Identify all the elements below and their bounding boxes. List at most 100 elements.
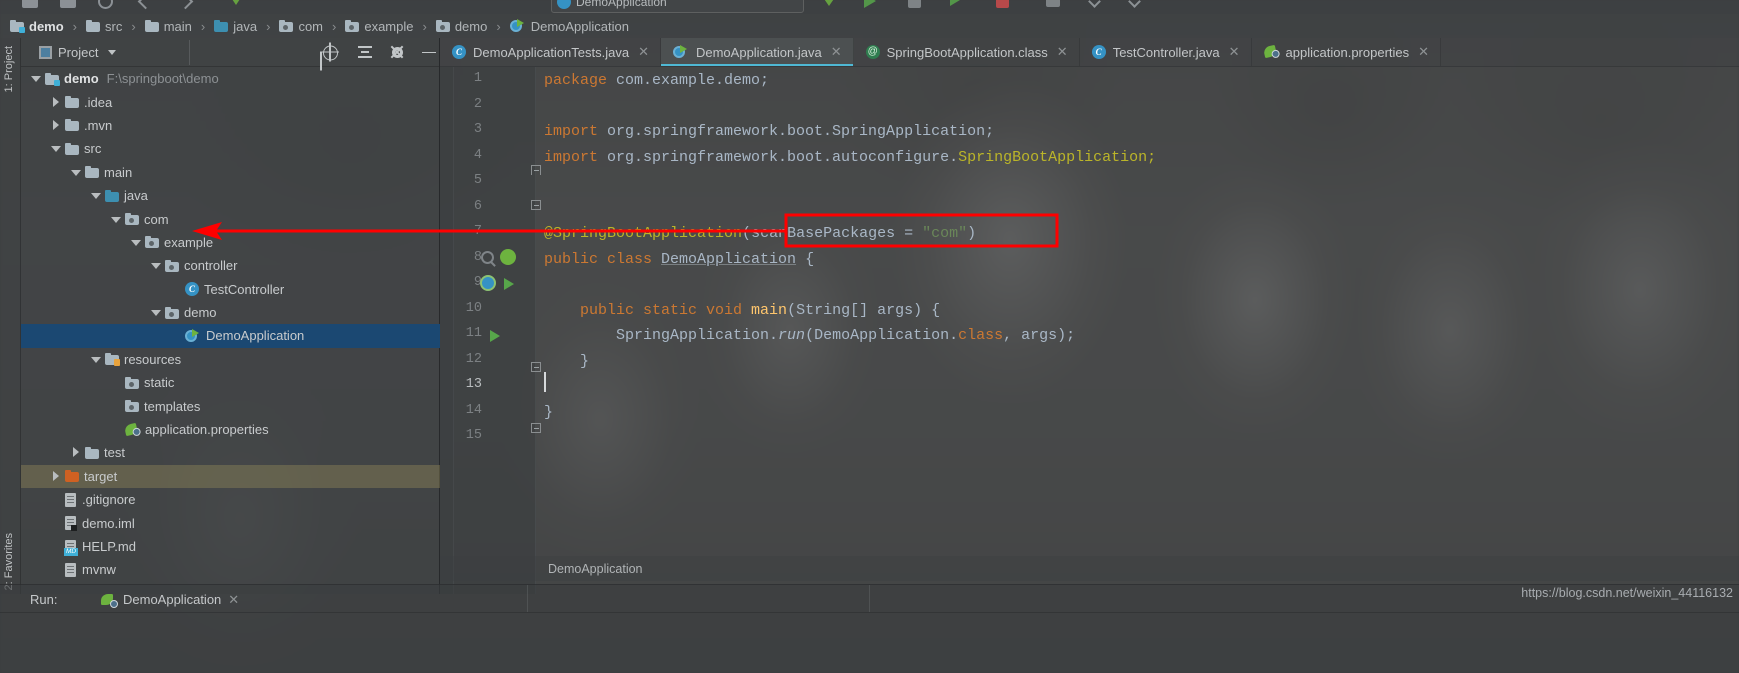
project-view-selector[interactable]: Project xyxy=(21,45,117,60)
markdown-file-icon xyxy=(64,539,78,556)
breadcrumb-item-java[interactable]: java xyxy=(212,19,259,34)
breadcrumb-item-main[interactable]: main xyxy=(143,19,194,34)
editor-tab-demoapplicationtests-java[interactable]: C DemoApplicationTests.java ✕ xyxy=(440,38,661,66)
close-icon[interactable]: ✕ xyxy=(638,44,649,60)
tree-node-mvnw[interactable]: mvnw xyxy=(21,558,440,581)
run-gutter-icon-main[interactable] xyxy=(490,330,500,342)
tree-node-label: controller xyxy=(184,258,238,274)
tree-node-test[interactable]: test xyxy=(21,441,440,464)
tree-node-com[interactable]: com xyxy=(21,207,440,230)
redo-icon[interactable] xyxy=(177,0,194,10)
code-token: = xyxy=(895,225,923,242)
tree-node-example[interactable]: example xyxy=(21,231,440,254)
code-token: ( xyxy=(787,301,797,319)
breadcrumb-item-demo[interactable]: demo xyxy=(434,19,490,34)
code-text[interactable]: package com.example.demo; import org.spri… xyxy=(536,67,1739,594)
undo-icon[interactable] xyxy=(137,0,154,10)
breadcrumb-item-src[interactable]: src xyxy=(84,19,124,34)
close-icon[interactable]: ✕ xyxy=(1418,44,1429,60)
tree-node-main[interactable]: main xyxy=(21,161,440,184)
editor-tab-demoapplication-java[interactable]: DemoApplication.java ✕ xyxy=(660,38,854,66)
breadcrumb-item-demoapplication[interactable]: DemoApplication xyxy=(508,19,631,34)
sync-icon[interactable] xyxy=(98,0,113,9)
folder-module-icon xyxy=(45,72,60,86)
open-project-icon[interactable] xyxy=(22,0,38,8)
chevron-down-icon[interactable] xyxy=(131,237,142,248)
dropdown-icon-2[interactable] xyxy=(1128,0,1141,8)
code-token: package xyxy=(544,72,617,89)
chevron-down-icon[interactable] xyxy=(51,143,62,154)
tree-node--mvn[interactable]: .mvn xyxy=(21,114,440,137)
chevron-right-icon[interactable] xyxy=(71,447,82,458)
chevron-right-icon[interactable] xyxy=(51,96,62,108)
tree-node--gitignore[interactable]: .gitignore xyxy=(21,488,440,511)
code-token: org.springframework.boot.autoconfigure. xyxy=(607,148,959,166)
tree-node-demo[interactable]: demo F:\springboot\demo xyxy=(21,67,440,90)
tree-node-demo-iml[interactable]: demo.iml xyxy=(21,511,440,534)
project-tree[interactable]: demo F:\springboot\demo .idea .mvn src main ja… xyxy=(21,67,440,594)
chevron-right-icon[interactable] xyxy=(51,470,62,482)
tree-node-templates[interactable]: templates xyxy=(21,394,440,417)
close-icon[interactable]: ✕ xyxy=(1057,44,1068,60)
run-icon[interactable] xyxy=(864,0,876,8)
code-token: public class xyxy=(544,250,662,268)
run-tab-demoapplication[interactable]: DemoApplication ✕ xyxy=(93,588,247,611)
chevron-down-icon[interactable] xyxy=(111,214,122,225)
gear-icon[interactable] xyxy=(389,44,405,60)
dropdown-icon-1[interactable] xyxy=(1088,0,1101,8)
editor-tab-application-properties[interactable]: application.properties ✕ xyxy=(1252,38,1442,66)
run-gutter-icon-class[interactable] xyxy=(504,278,514,290)
editor-gutter[interactable]: 1 2 3 4 5 6 7 8 9 10 11 12 13 14 15 xyxy=(440,67,541,594)
save-all-icon[interactable] xyxy=(60,0,76,8)
tool-window-favorites-label[interactable]: 2: Favorites xyxy=(3,533,15,590)
debug-icon[interactable] xyxy=(908,0,921,8)
chevron-down-icon[interactable] xyxy=(91,190,102,201)
collapse-all-icon[interactable] xyxy=(357,44,373,60)
select-opened-file-icon[interactable] xyxy=(320,42,339,62)
editor-tab-testcontroller-java[interactable]: C TestController.java ✕ xyxy=(1080,38,1252,66)
spring-leaf-toolbar-icon[interactable] xyxy=(228,0,244,5)
chevron-down-icon xyxy=(108,49,117,55)
tree-node-src[interactable]: src xyxy=(21,137,440,160)
editor-tab-springbootapplication-class[interactable]: @ SpringBootApplication.class ✕ xyxy=(854,38,1080,66)
spring-boot-gutter-icon[interactable] xyxy=(480,275,496,291)
usage-search-icon[interactable] xyxy=(481,251,494,264)
tree-node-demoapplication[interactable]: DemoApplication xyxy=(21,324,440,348)
spring-bean-icon[interactable] xyxy=(500,249,516,265)
chevron-right-icon[interactable] xyxy=(51,119,62,131)
run-configuration-selector[interactable]: DemoApplication xyxy=(551,0,804,13)
tree-node-application-properties[interactable]: application.properties xyxy=(21,418,440,441)
run-with-coverage-icon[interactable] xyxy=(950,0,960,6)
close-icon[interactable]: ✕ xyxy=(831,44,842,60)
breadcrumb-separator: › xyxy=(131,18,136,34)
tree-node-target[interactable]: target xyxy=(21,464,440,489)
tool-window-project-label[interactable]: 1: Project xyxy=(3,46,15,92)
chevron-down-icon[interactable] xyxy=(151,307,162,318)
editor-tab-label: application.properties xyxy=(1285,44,1410,60)
java-class-icon: C xyxy=(1091,45,1106,59)
editor-tab-label: DemoApplication.java xyxy=(695,44,822,60)
run-leaf-icon[interactable] xyxy=(820,0,838,6)
tree-node-static[interactable]: static xyxy=(21,371,440,394)
tree-node-demo[interactable]: demo xyxy=(21,301,440,324)
close-icon[interactable]: ✕ xyxy=(1229,44,1240,60)
build-icon[interactable] xyxy=(1046,0,1060,7)
tree-node--idea[interactable]: .idea xyxy=(21,90,440,113)
breadcrumb-item-demo[interactable]: demo xyxy=(8,19,66,34)
tree-node-java[interactable]: java xyxy=(21,184,440,207)
tree-node-help-md[interactable]: HELP.md xyxy=(21,535,440,558)
tree-node-label: test xyxy=(104,445,125,461)
chevron-down-icon[interactable] xyxy=(91,354,102,365)
tree-node-controller[interactable]: controller xyxy=(21,254,440,277)
editor-tab-bar[interactable]: C DemoApplicationTests.java ✕ DemoApplicati… xyxy=(440,38,1739,67)
minimize-icon[interactable] xyxy=(421,44,437,60)
chevron-down-icon[interactable] xyxy=(71,167,82,178)
tree-node-testcontroller[interactable]: C TestController xyxy=(21,278,440,301)
chevron-down-icon[interactable] xyxy=(31,73,42,84)
close-icon[interactable]: ✕ xyxy=(228,592,239,608)
chevron-down-icon[interactable] xyxy=(151,260,162,271)
breadcrumb-item-com[interactable]: com xyxy=(277,19,325,34)
tree-node-resources[interactable]: resources xyxy=(21,348,440,371)
breadcrumb-item-example[interactable]: example xyxy=(343,19,415,34)
stop-icon[interactable] xyxy=(996,0,1009,8)
